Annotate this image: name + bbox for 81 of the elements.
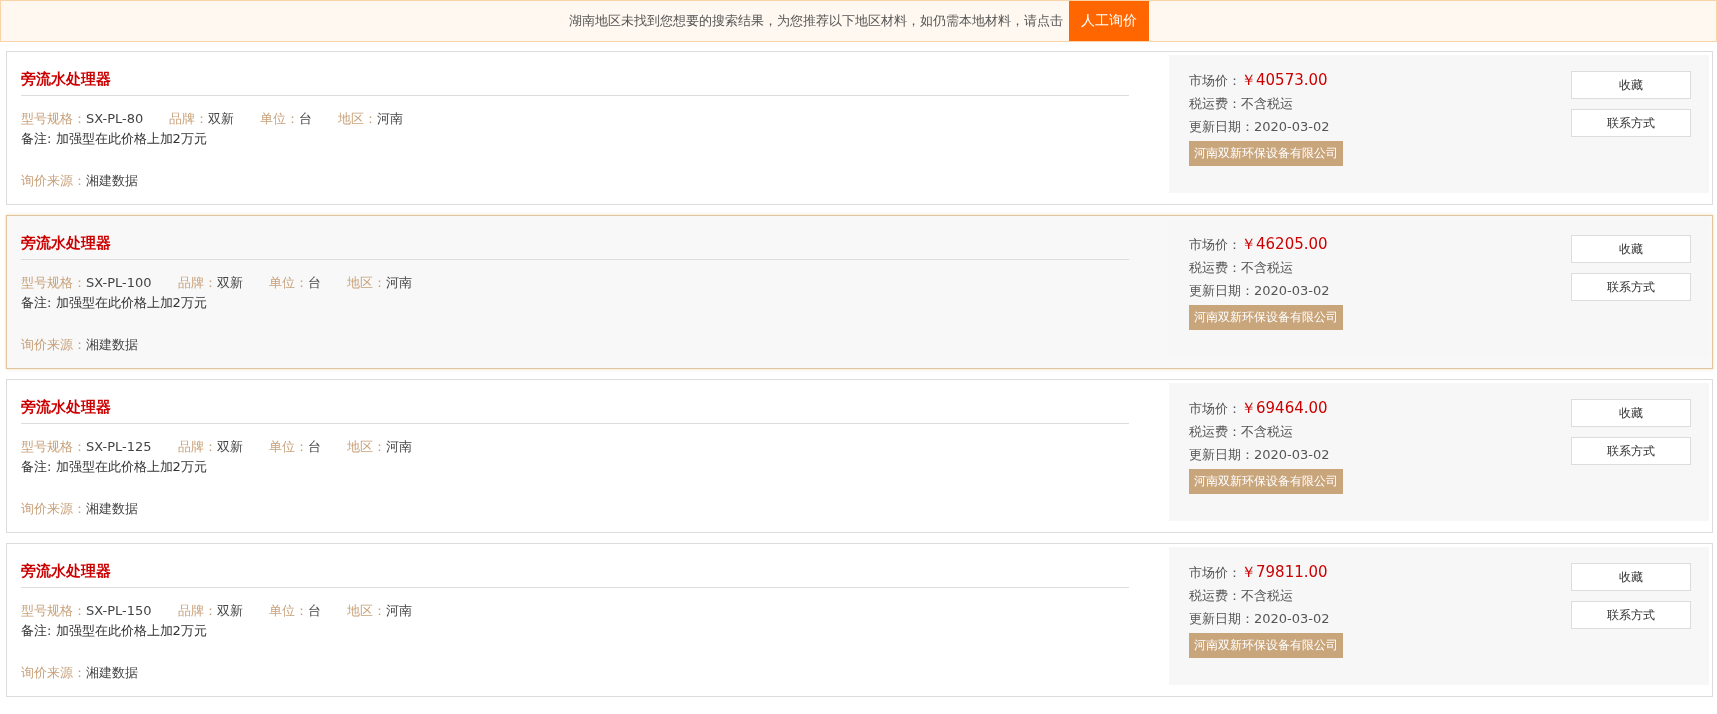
source-value: 湘建数据	[86, 173, 138, 188]
date-label: 更新日期：	[1189, 282, 1254, 300]
price-label: 市场价：	[1189, 564, 1241, 582]
spec-value: 河南	[385, 439, 412, 454]
contact-button[interactable]: 联系方式	[1571, 601, 1691, 629]
note-text: 备注: 加强型在此价格上加2万元	[21, 622, 208, 640]
product-title[interactable]: 旁流水处理器	[21, 70, 1129, 96]
spec-label: 单位：	[260, 111, 300, 126]
notice-text: 湖南地区未找到您想要的搜索结果，为您推荐以下地区材料，如仍需本地材料，请点击	[568, 12, 1063, 30]
tax-label: 税运费：	[1189, 587, 1241, 605]
source-value: 湘建数据	[86, 665, 138, 680]
spec-label: 品牌：	[177, 275, 217, 290]
date-value: 2020-03-02	[1254, 611, 1330, 626]
spec-value: 河南	[377, 111, 404, 126]
spec-value: 双新	[216, 439, 243, 454]
date-label: 更新日期：	[1189, 446, 1254, 464]
price-value: ￥40573.00	[1241, 71, 1328, 90]
note-text: 备注: 加强型在此价格上加2万元	[21, 130, 208, 148]
spec-value: 河南	[385, 603, 412, 618]
spec-value: 台	[307, 275, 321, 290]
price-label: 市场价：	[1189, 400, 1241, 418]
spec-value: 双新	[216, 603, 243, 618]
tax-label: 税运费：	[1189, 95, 1241, 113]
contact-button[interactable]: 联系方式	[1571, 273, 1691, 301]
product-title[interactable]: 旁流水处理器	[21, 234, 1129, 260]
source-label: 询价来源：	[21, 173, 86, 188]
tax-label: 税运费：	[1189, 259, 1241, 277]
spec-label: 型号规格：	[21, 275, 86, 290]
spec-label: 品牌：	[177, 603, 217, 618]
source-value: 湘建数据	[86, 501, 138, 516]
spec-value: SX-PL-100	[86, 275, 152, 290]
favorite-button[interactable]: 收藏	[1571, 563, 1691, 591]
product-title[interactable]: 旁流水处理器	[21, 398, 1129, 424]
source-value: 湘建数据	[86, 337, 138, 352]
favorite-button[interactable]: 收藏	[1571, 235, 1691, 263]
date-value: 2020-03-02	[1254, 119, 1330, 134]
spec-label: 型号规格：	[21, 111, 86, 126]
favorite-button[interactable]: 收藏	[1571, 71, 1691, 99]
tax-label: 税运费：	[1189, 423, 1241, 441]
note-text: 备注: 加强型在此价格上加2万元	[21, 294, 208, 312]
spec-value: 双新	[208, 111, 235, 126]
date-value: 2020-03-02	[1254, 447, 1330, 462]
spec-label: 型号规格：	[21, 439, 86, 454]
spec-value: 台	[307, 439, 321, 454]
spec-label: 地区：	[346, 439, 386, 454]
spec-label: 地区：	[338, 111, 378, 126]
spec-value: SX-PL-150	[86, 603, 152, 618]
price-value: ￥79811.00	[1241, 563, 1328, 582]
note-text: 备注: 加强型在此价格上加2万元	[21, 458, 208, 476]
spec-label: 地区：	[346, 275, 386, 290]
tax-value: 不含税运	[1241, 259, 1293, 277]
date-value: 2020-03-02	[1254, 283, 1330, 298]
product-title[interactable]: 旁流水处理器	[21, 562, 1129, 588]
spec-value: 双新	[216, 275, 243, 290]
spec-label: 单位：	[268, 603, 308, 618]
favorite-button[interactable]: 收藏	[1571, 399, 1691, 427]
contact-button[interactable]: 联系方式	[1571, 437, 1691, 465]
source-label: 询价来源：	[21, 337, 86, 352]
spec-value: 河南	[385, 275, 412, 290]
spec-label: 品牌：	[177, 439, 217, 454]
spec-label: 地区：	[346, 603, 386, 618]
spec-label: 品牌：	[169, 111, 209, 126]
spec-value: SX-PL-125	[86, 439, 152, 454]
spec-label: 单位：	[268, 275, 308, 290]
price-value: ￥69464.00	[1241, 399, 1328, 418]
contact-button[interactable]: 联系方式	[1571, 109, 1691, 137]
price-label: 市场价：	[1189, 236, 1241, 254]
date-label: 更新日期：	[1189, 118, 1254, 136]
spec-label: 型号规格：	[21, 603, 86, 618]
price-label: 市场价：	[1189, 72, 1241, 90]
spec-value: 台	[307, 603, 321, 618]
price-value: ￥46205.00	[1241, 235, 1328, 254]
tax-value: 不含税运	[1241, 587, 1293, 605]
source-label: 询价来源：	[21, 665, 86, 680]
tax-value: 不含税运	[1241, 95, 1293, 113]
tax-value: 不含税运	[1241, 423, 1293, 441]
spec-value: SX-PL-80	[86, 111, 144, 126]
source-label: 询价来源：	[21, 501, 86, 516]
spec-value: 台	[299, 111, 313, 126]
date-label: 更新日期：	[1189, 610, 1254, 628]
spec-label: 单位：	[268, 439, 308, 454]
